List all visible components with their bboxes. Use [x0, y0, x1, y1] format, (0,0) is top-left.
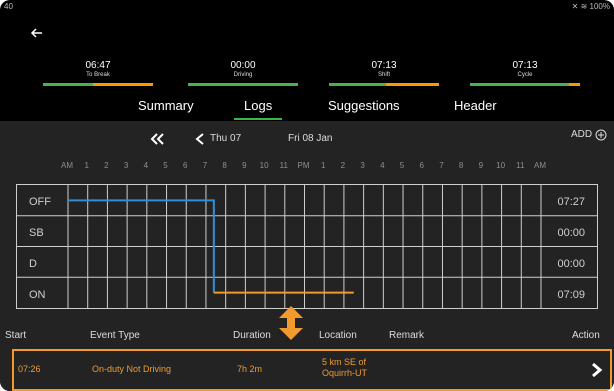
hour-tick-label: AM: [61, 161, 73, 170]
battery-label: 100%: [589, 2, 610, 11]
progress-bar: [470, 83, 580, 86]
chevron-right-icon[interactable]: [590, 362, 604, 378]
hour-tick-label: 2: [340, 161, 346, 170]
row-total-off: 07:27: [557, 196, 585, 208]
hour-tick-label: 3: [123, 161, 129, 170]
row-total-on: 07:09: [557, 289, 585, 301]
event-duration: 7h 2m: [237, 364, 263, 374]
tab-bar: Summary Logs Suggestions Header: [0, 96, 614, 120]
hour-tick-label: 9: [478, 161, 484, 170]
col-action: Action: [572, 330, 600, 341]
chevron-left-icon[interactable]: [195, 133, 205, 145]
back-arrow-icon[interactable]: [30, 26, 44, 40]
hour-tick-label: 10: [259, 161, 269, 170]
tab-summary[interactable]: Summary: [138, 98, 194, 120]
counter-driving: 00:00 Driving: [188, 60, 298, 86]
row-total-d: 00:00: [557, 258, 585, 270]
tab-suggestions[interactable]: Suggestions: [328, 98, 400, 120]
col-event-type: Event Type: [90, 330, 140, 341]
hour-tick-label: 8: [222, 161, 227, 170]
log-grid-chart: [17, 185, 597, 308]
row-label-off: OFF: [29, 196, 51, 208]
col-remark: Remark: [389, 330, 425, 341]
progress-bar: [329, 83, 439, 86]
row-label-d: D: [29, 258, 37, 270]
event-type: On-duty Not Driving: [92, 364, 172, 374]
row-label-on: ON: [29, 289, 46, 301]
hour-tick-label: 4: [143, 161, 149, 170]
hour-tick-label: 9: [242, 161, 247, 170]
hour-tick-label: 2: [104, 161, 109, 170]
event-start: 07:26: [18, 364, 41, 374]
hour-tick-label: 3: [360, 161, 365, 170]
tab-header[interactable]: Header: [454, 98, 497, 120]
col-location: Location: [319, 330, 357, 341]
double-chevron-left-icon[interactable]: [150, 133, 164, 145]
logs-panel: Thu 07 Fri 08 Jan ADD AM 1 2 3 4 5 6 7 8 9 10 11 PM 1…: [0, 121, 614, 391]
hour-tick-label: 7: [202, 161, 208, 170]
hour-tick-label: 8: [458, 161, 464, 170]
hour-tick-label: 5: [163, 161, 168, 170]
row-total-sb: 00:00: [557, 227, 585, 239]
progress-bar: [43, 83, 153, 86]
hour-tick-label: 10: [496, 161, 506, 170]
hour-tick-label: 6: [183, 161, 188, 170]
current-day: Fri 08 Jan: [288, 133, 333, 144]
hour-tick-label: 1: [320, 161, 326, 170]
status-bar: 40 ✕ ≋ 100%: [0, 2, 614, 14]
mute-icon: ✕: [571, 2, 579, 11]
status-time: 40: [4, 2, 13, 11]
progress-bar: [188, 83, 298, 86]
hour-tick-label: AM: [534, 161, 546, 170]
events-table-header: Start Event Type Duration Location Remar…: [0, 330, 614, 346]
tab-logs[interactable]: Logs: [233, 98, 283, 120]
hour-tick-label: 11: [279, 161, 288, 170]
hos-counters: 06:47 To Break 00:00 Driving 07:13 Shift…: [0, 60, 614, 90]
row-label-sb: SB: [29, 227, 44, 239]
counter-shift: 07:13 Shift: [329, 60, 439, 86]
col-duration: Duration: [233, 330, 271, 341]
col-start: Start: [5, 330, 27, 341]
hour-tick-label: 11: [516, 161, 525, 170]
hour-tick-label: 7: [439, 161, 444, 170]
previous-day[interactable]: Thu 07: [210, 133, 241, 144]
log-grid: OFF SB D ON 07:27 00:00 00:00 07:09: [16, 184, 598, 309]
day-navigation: Thu 07 Fri 08 Jan ADD: [0, 125, 614, 149]
hour-tick-label: PM: [297, 161, 310, 170]
hour-tick-label: 6: [419, 161, 424, 170]
wifi-icon: ≋: [580, 2, 588, 11]
screen: 40 ✕ ≋ 100% 06:47 To Break 00:00 Driving…: [0, 0, 614, 391]
event-location-line1: 5 km SE of: [322, 357, 367, 367]
event-location-line2: Oquirrh-UT: [322, 368, 368, 378]
counter-cycle: 07:13 Cycle: [470, 60, 580, 86]
add-button-label[interactable]: ADD: [571, 129, 592, 140]
hour-tick-label: 1: [84, 161, 89, 170]
counter-to-break: 06:47 To Break: [43, 60, 153, 86]
add-circle-icon[interactable]: [595, 129, 607, 141]
hour-tick-label: 4: [380, 161, 385, 170]
hour-tick-label: 5: [399, 161, 405, 170]
hour-axis: AM 1 2 3 4 5 6 7 8 9 10 11 PM 1 2 3 4 5 6 7 8 9 10 11 AM: [0, 161, 614, 173]
event-row[interactable]: 07:26 On-duty Not Driving 7h 2m 5 km SE …: [12, 349, 612, 391]
